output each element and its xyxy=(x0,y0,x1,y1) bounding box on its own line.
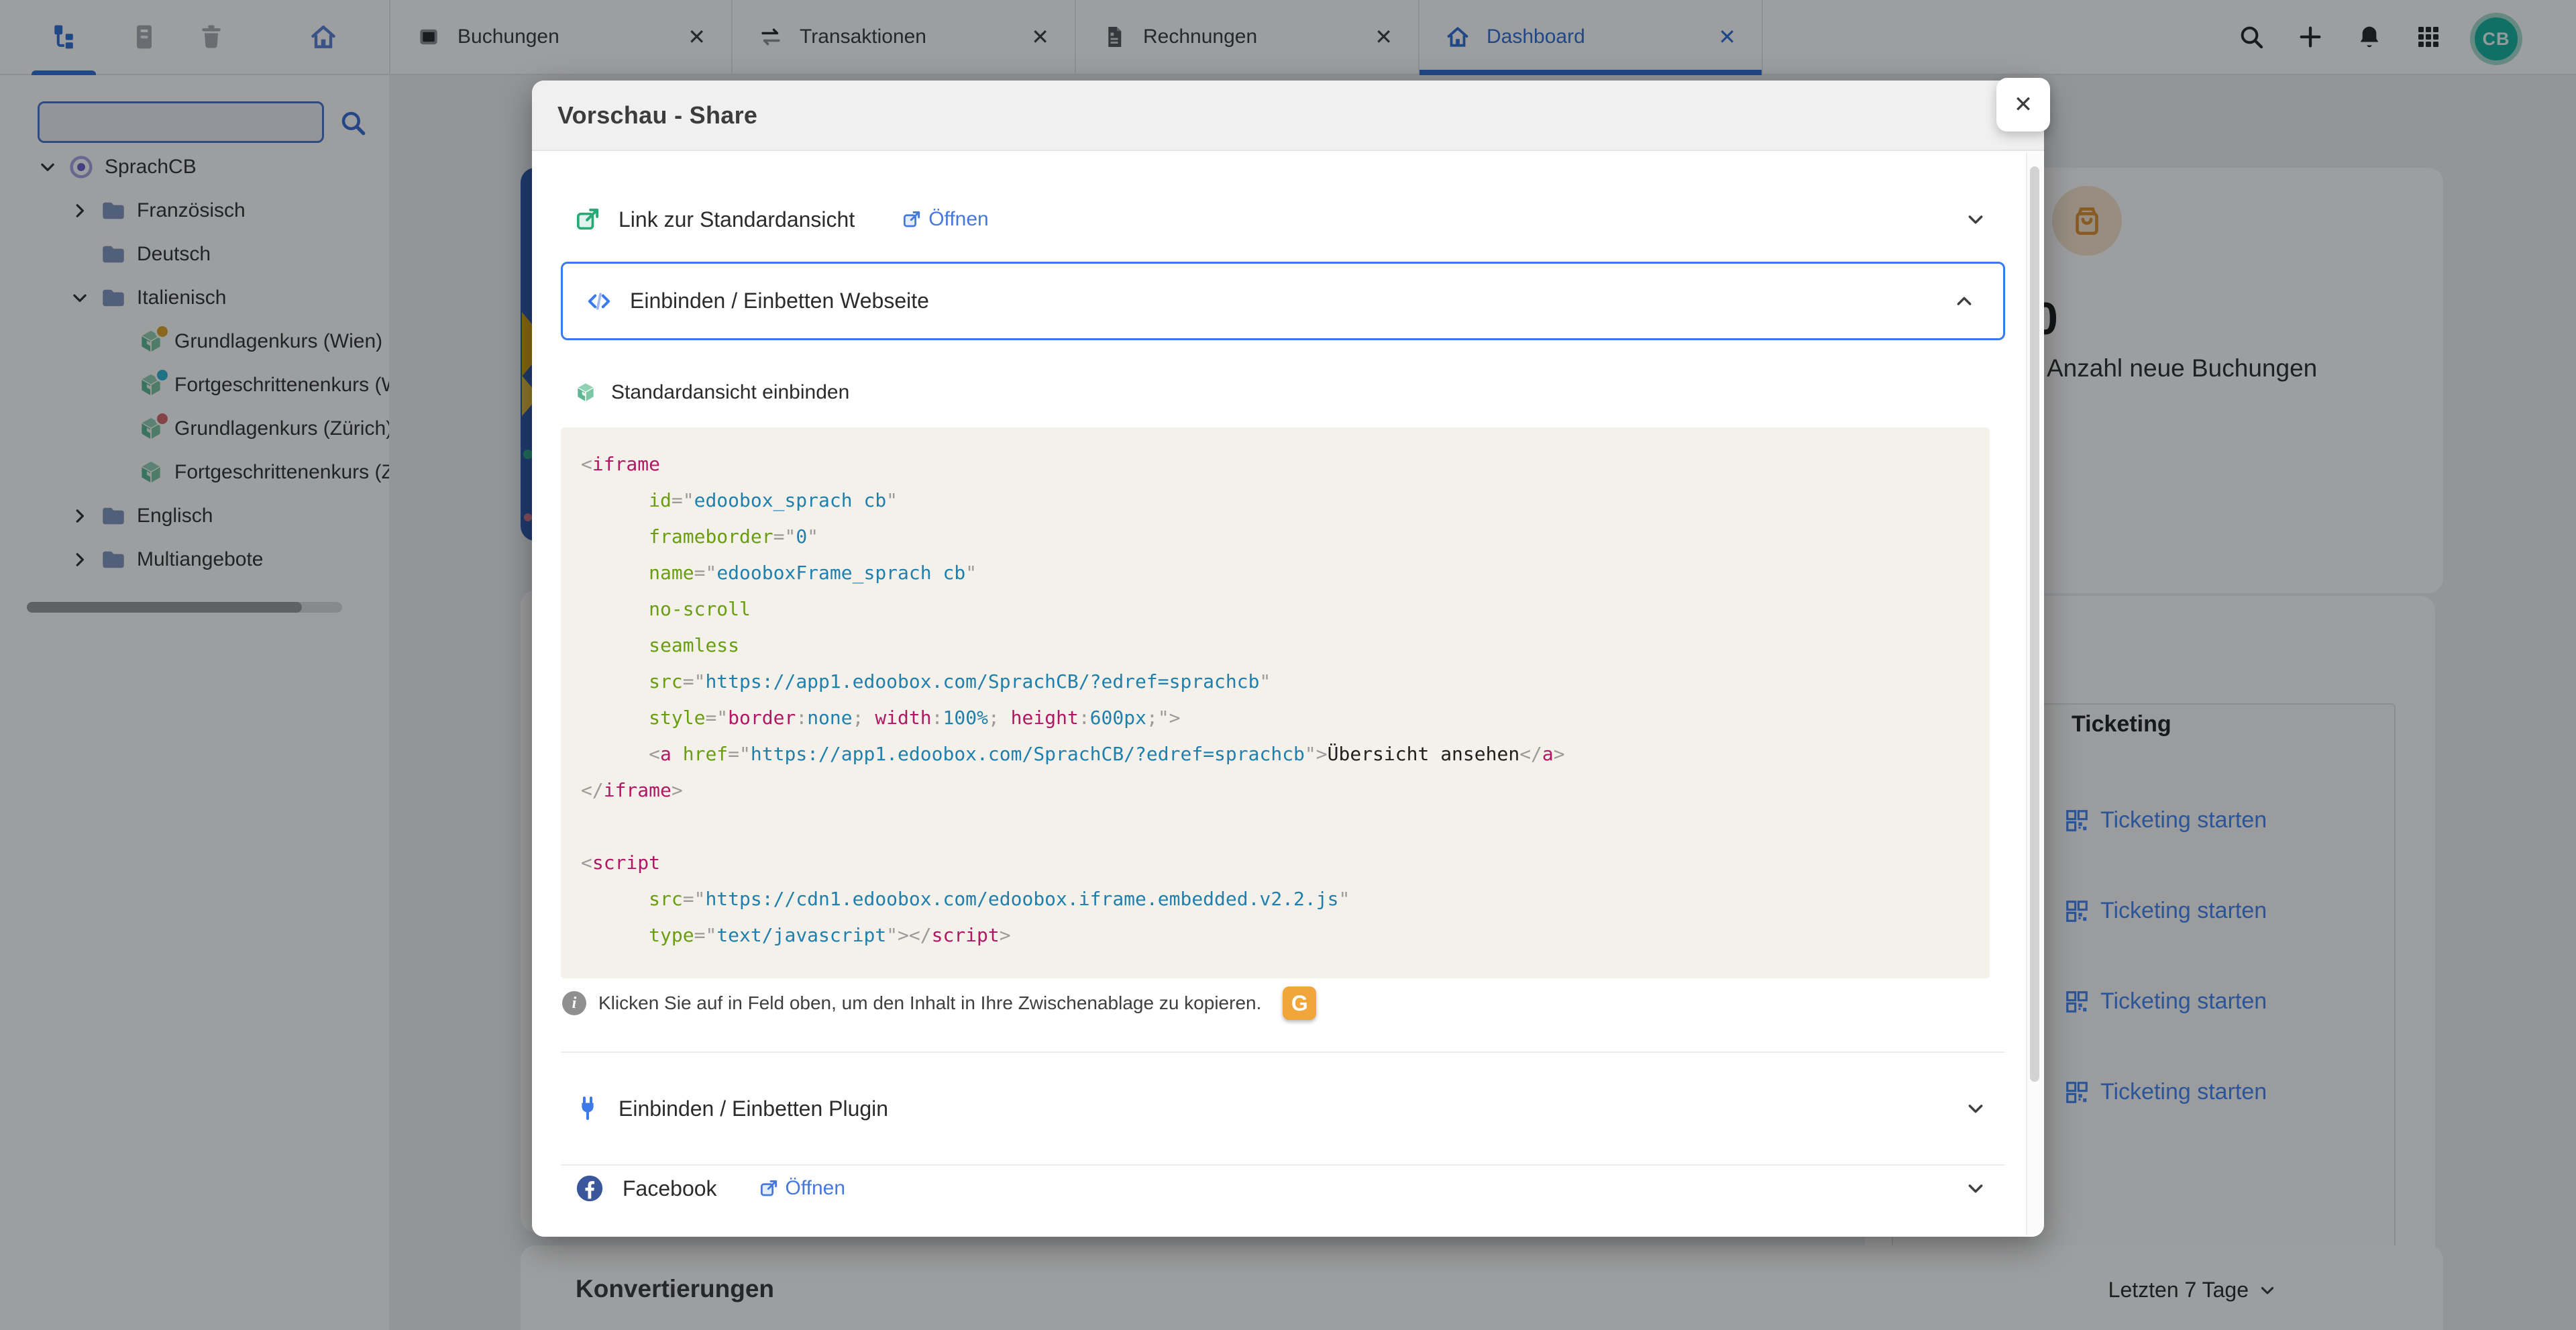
chevron-down-icon[interactable] xyxy=(1965,1178,1986,1199)
open-link[interactable]: Öffnen xyxy=(759,1177,846,1200)
embed-code-block[interactable]: <iframe id="edoobox_sprach cb" framebord… xyxy=(561,427,1990,978)
modal-body: Link zur Standardansicht Öffnen Einbinde… xyxy=(532,151,2044,1237)
info-icon: i xyxy=(562,991,586,1015)
open-link[interactable]: Öffnen xyxy=(902,208,989,231)
open-link-label: Öffnen xyxy=(786,1177,846,1200)
chevron-down-icon[interactable] xyxy=(1965,1098,1986,1119)
external-link-icon xyxy=(574,206,601,233)
chevron-down-icon[interactable] xyxy=(1965,209,1986,230)
copy-hint-text: Klicken Sie auf in Feld oben, um den Inh… xyxy=(598,992,1261,1014)
accordion-label: Einbinden / Einbetten Plugin xyxy=(619,1096,888,1121)
accordion-label: Link zur Standardansicht xyxy=(619,207,855,232)
accordion-einbinden-plugin[interactable]: Einbinden / Einbetten Plugin xyxy=(574,1053,2005,1164)
accordion-label: Facebook xyxy=(623,1176,717,1201)
copy-hint: i Klicken Sie auf in Feld oben, um den I… xyxy=(562,988,1316,1019)
modal-scrollbar[interactable] xyxy=(2026,152,2043,1235)
plug-icon xyxy=(574,1095,601,1122)
cube-icon xyxy=(574,380,598,405)
close-button[interactable]: ✕ xyxy=(1996,78,2050,132)
modal-title: Vorschau - Share xyxy=(532,81,2044,150)
embed-subheading: Standardansicht einbinden xyxy=(574,372,849,413)
accordion-einbinden-webseite[interactable]: Einbinden / Einbetten Webseite xyxy=(561,262,2005,340)
chevron-up-icon[interactable] xyxy=(1953,291,1975,312)
accordion-label: Einbinden / Einbetten Webseite xyxy=(630,289,929,313)
facebook-icon xyxy=(574,1173,605,1204)
share-preview-modal: Vorschau - Share ✕ Link zur Standardansi… xyxy=(532,81,2044,1237)
edoobox-app: 0 Anzahl neue Buchungen Ticketing Ticket… xyxy=(0,0,2576,1330)
modal-header: Vorschau - Share xyxy=(532,81,2044,151)
embed-subheading-label: Standardansicht einbinden xyxy=(611,381,849,404)
accordion-link-standardansicht[interactable]: Link zur Standardansicht Öffnen xyxy=(574,179,2005,260)
code-icon xyxy=(586,288,612,315)
external-link-icon xyxy=(759,1178,779,1198)
accordion-facebook[interactable]: Facebook Öffnen xyxy=(574,1166,2005,1211)
external-link-icon xyxy=(902,209,922,229)
scrollbar-thumb[interactable] xyxy=(2030,166,2039,1082)
grammarly-badge[interactable]: G xyxy=(1283,986,1316,1020)
open-link-label: Öffnen xyxy=(928,208,989,231)
